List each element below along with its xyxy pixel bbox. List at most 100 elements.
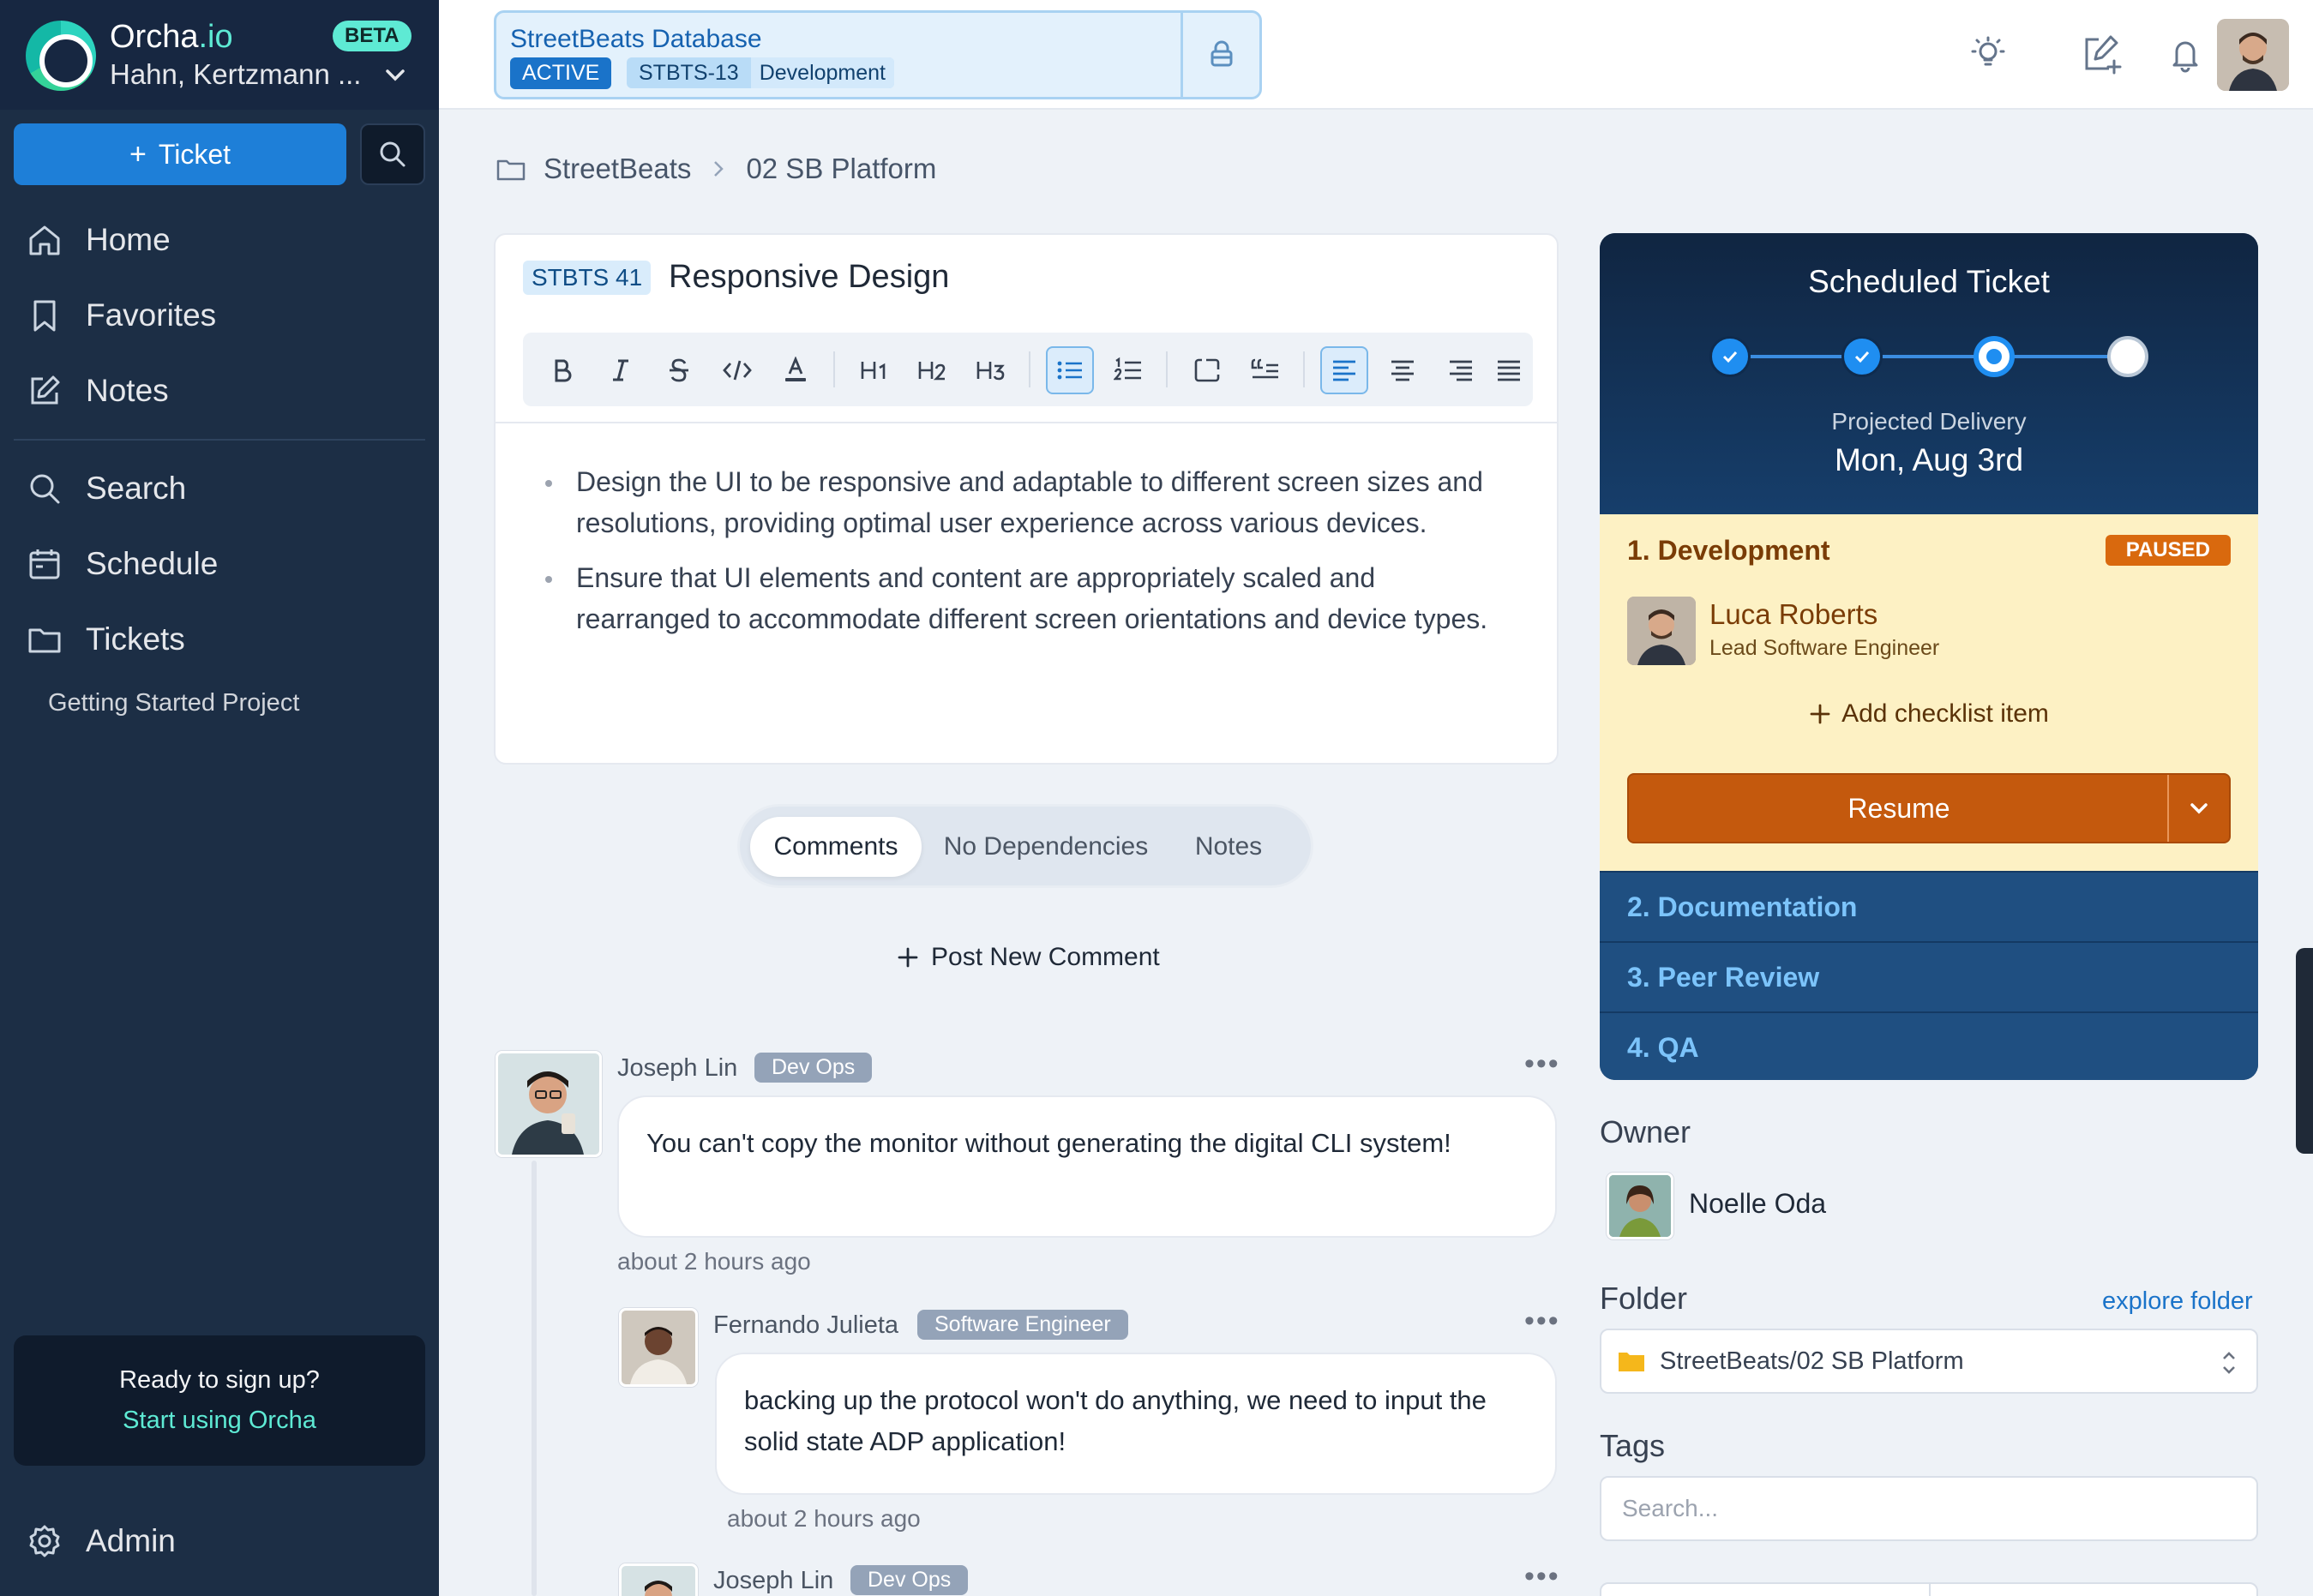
align-left-button[interactable] <box>1320 346 1368 394</box>
resume-button[interactable]: Resume <box>1629 775 2169 842</box>
step-1-complete[interactable] <box>1709 336 1751 377</box>
sidebar-item-tickets[interactable]: Tickets <box>26 614 185 665</box>
align-justify-icon <box>1498 360 1520 381</box>
bookmark-icon <box>33 300 56 332</box>
align-right-button[interactable] <box>1437 346 1485 394</box>
avatar[interactable] <box>1607 1173 1673 1239</box>
resume-split-button: Resume <box>1627 773 2231 843</box>
tags-search-input[interactable] <box>1600 1476 2258 1541</box>
new-ticket-button[interactable]: + Ticket <box>14 123 346 185</box>
sidebar-item-notes[interactable]: Notes <box>26 365 169 417</box>
strikethrough-button[interactable] <box>655 346 703 394</box>
align-justify-button[interactable] <box>1485 346 1533 394</box>
sidebar-item-schedule[interactable]: Schedule <box>26 538 218 590</box>
tab-dependencies[interactable]: No Dependencies <box>934 817 1158 877</box>
brand-name: Orcha.io <box>110 19 233 55</box>
align-center-icon <box>1391 360 1414 381</box>
step-3-current[interactable] <box>1974 336 2015 377</box>
organization-name: Hahn, Kertzmann ... <box>110 58 362 90</box>
new-note-button[interactable] <box>2078 31 2124 77</box>
schedule-title: Scheduled Ticket <box>1808 264 2050 299</box>
bullet-list-button[interactable] <box>1046 346 1094 394</box>
assignee-role: Lead Software Engineer <box>1709 636 1940 660</box>
workspace-switcher[interactable]: Orcha.io BETA Hahn, Kertzmann ... <box>0 0 439 110</box>
breadcrumb-current[interactable]: 02 SB Platform <box>746 153 936 185</box>
code-button[interactable] <box>713 346 761 394</box>
project-name: StreetBeats Database <box>510 25 762 53</box>
stage-documentation[interactable]: 2. Documentation <box>1600 871 2258 941</box>
heading-3-button[interactable] <box>967 346 1015 394</box>
folder-label: Folder <box>1600 1281 1688 1316</box>
heading-2-icon <box>918 362 946 381</box>
add-checklist-item-button[interactable]: Add checklist item <box>1600 699 2258 729</box>
user-avatar[interactable] <box>2217 19 2289 91</box>
comment-author[interactable]: Joseph Lin <box>617 1054 737 1083</box>
avatar[interactable] <box>619 1563 698 1596</box>
step-4-pending[interactable] <box>2107 336 2148 377</box>
sidebar-item-getting-started-project[interactable]: Getting Started Project <box>48 689 299 717</box>
resume-options-button[interactable] <box>2167 775 2229 842</box>
heading-1-button[interactable] <box>850 346 898 394</box>
avatar[interactable] <box>619 1308 698 1387</box>
assignee-name[interactable]: Luca Roberts <box>1709 598 1877 631</box>
italic-button[interactable] <box>597 346 645 394</box>
tab-notes[interactable]: Notes <box>1169 817 1289 877</box>
plus-icon: + <box>129 137 147 171</box>
toolbar-divider <box>1029 351 1030 387</box>
select-arrows-icon <box>2223 1352 2235 1374</box>
breadcrumb-root[interactable]: StreetBeats <box>544 153 691 185</box>
sidebar-item-search[interactable]: Search <box>26 463 186 514</box>
details-lower-tabs[interactable] <box>1600 1582 2258 1596</box>
bold-button[interactable] <box>538 346 586 394</box>
archive-button[interactable] <box>1181 13 1259 97</box>
sidebar-item-favorites[interactable]: Favorites <box>26 290 216 341</box>
folder-icon <box>1619 1353 1644 1371</box>
sidebar-search-button[interactable] <box>360 123 425 185</box>
stage-qa[interactable]: 4. QA <box>1600 1011 2258 1080</box>
numbered-list-button[interactable] <box>1104 346 1152 394</box>
comment-author[interactable]: Fernando Julieta <box>713 1311 898 1340</box>
owner-name[interactable]: Noelle Oda <box>1689 1188 1826 1220</box>
formatting-toolbar <box>523 333 1533 406</box>
project-code-badge: STBTS-13 Development <box>627 57 895 88</box>
folder-icon <box>28 628 61 653</box>
notifications-button[interactable] <box>2162 31 2208 77</box>
ticket-editor: STBTS 41 Responsive Design Design the UI… <box>494 233 1559 765</box>
align-center-button[interactable] <box>1379 346 1427 394</box>
plus-icon <box>1810 704 1830 724</box>
text-color-button[interactable] <box>772 346 820 394</box>
more-options-icon[interactable]: ••• <box>1524 1047 1560 1081</box>
ideas-button[interactable] <box>1965 31 2011 77</box>
more-options-icon[interactable]: ••• <box>1524 1305 1560 1338</box>
ticket-title[interactable]: Responsive Design <box>669 259 949 296</box>
folder-select[interactable]: StreetBeats/02 SB Platform <box>1600 1329 2258 1394</box>
breadcrumb: StreetBeats 02 SB Platform <box>496 153 936 185</box>
explore-folder-link[interactable]: explore folder <box>2102 1287 2253 1316</box>
comment-timestamp: about 2 hours ago <box>727 1505 921 1532</box>
blockquote-button[interactable] <box>1241 346 1289 394</box>
avatar[interactable] <box>1627 597 1696 665</box>
avatar[interactable] <box>496 1051 602 1157</box>
code-block-button[interactable] <box>1183 346 1231 394</box>
comment-author[interactable]: Joseph Lin <box>713 1567 833 1595</box>
start-using-orcha-link[interactable]: Start using Orcha <box>14 1407 425 1435</box>
side-panel-handle[interactable] <box>2296 948 2313 1154</box>
orcha-logo <box>26 21 96 91</box>
sidebar-item-home[interactable]: Home <box>26 214 171 266</box>
align-left-icon <box>1333 360 1355 381</box>
heading-2-button[interactable] <box>909 346 957 394</box>
avatar-photo <box>1609 1175 1671 1237</box>
status-badge: PAUSED <box>2105 535 2231 566</box>
stage-peer-review[interactable]: 3. Peer Review <box>1600 941 2258 1011</box>
chevron-down-icon[interactable] <box>382 65 408 86</box>
stage-name[interactable]: 1. Development <box>1627 535 1830 567</box>
post-new-comment-button[interactable]: Post New Comment <box>897 943 1160 972</box>
tab-comments[interactable]: Comments <box>750 817 922 877</box>
ticket-description[interactable]: Design the UI to be responsive and adapt… <box>496 422 1557 653</box>
sidebar-item-admin[interactable]: Admin <box>26 1522 176 1560</box>
step-2-complete[interactable] <box>1841 336 1883 377</box>
more-options-icon[interactable]: ••• <box>1524 1560 1560 1593</box>
avatar-photo <box>622 1566 695 1596</box>
project-selector[interactable]: StreetBeats Database ACTIVE STBTS-13 Dev… <box>494 10 1262 99</box>
thread-line <box>532 1161 537 1596</box>
